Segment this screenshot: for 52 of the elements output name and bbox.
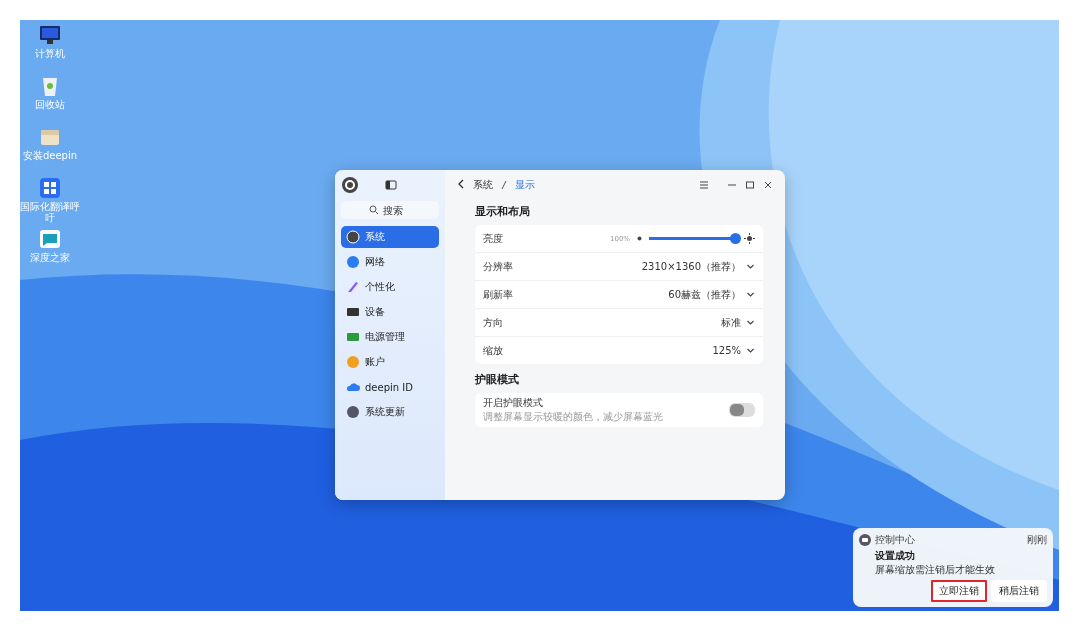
app-icon (859, 534, 871, 546)
chevron-down-icon[interactable] (746, 290, 755, 299)
notification-button[interactable]: 稍后注销 (991, 580, 1047, 602)
section-title: 护眼模式 (475, 372, 520, 387)
settings-icon (341, 176, 359, 194)
search-icon (369, 205, 379, 215)
chevron-down-icon[interactable] (746, 318, 755, 327)
maximize-icon[interactable] (745, 180, 755, 190)
notification-time: 刚刚 (1027, 533, 1047, 547)
notification-button[interactable]: 立即注销 (931, 580, 987, 602)
breadcrumb-link[interactable]: 显示 (515, 178, 535, 192)
brush-icon (346, 280, 360, 294)
row-label: 刷新率 (483, 287, 514, 302)
sidebar-item[interactable]: 设备 (341, 301, 439, 323)
cloud-icon (346, 380, 360, 394)
notification-title: 设置成功 (875, 549, 916, 563)
sidebar-item[interactable]: 账户 (341, 351, 439, 373)
toggle-switch[interactable] (729, 403, 755, 417)
back-icon[interactable] (457, 179, 465, 191)
sidebar-item[interactable]: 网络 (341, 251, 439, 273)
breadcrumb-link[interactable]: 系统 (473, 178, 493, 192)
sidebar-item[interactable]: 电源管理 (341, 326, 439, 348)
row-label: 开启护眼模式 (483, 396, 544, 410)
row-label: 分辨率 (483, 259, 514, 274)
ring-icon (346, 230, 360, 244)
notification-body: 屏幕缩放需注销后才能生效 (875, 563, 996, 577)
monitor-icon[interactable] (39, 24, 61, 46)
grid-icon[interactable] (39, 177, 61, 199)
sidebar-toggle-icon[interactable] (385, 179, 397, 191)
notification-app: 控制中心 (875, 533, 915, 547)
chevron-down-icon[interactable] (746, 346, 755, 355)
row-label: 亮度 (483, 231, 504, 246)
dropdown-value[interactable]: 125% (712, 345, 741, 356)
sidebar-item[interactable]: 系统 (341, 226, 439, 248)
dropdown-value[interactable]: 标准 (721, 315, 741, 330)
slider-handle[interactable] (729, 233, 741, 244)
search-field[interactable]: 搜索 (341, 201, 439, 219)
sun-icon (635, 234, 644, 243)
sidebar-item[interactable]: 系统更新 (341, 401, 439, 423)
section-title: 显示和布局 (475, 204, 531, 219)
sidebar-item[interactable]: deepin ID (341, 376, 439, 398)
close-icon[interactable] (763, 180, 773, 190)
row-label: 缩放 (483, 343, 504, 358)
row-description: 调整屏幕显示较暖的颜色，减少屏幕蓝光 (483, 410, 664, 424)
row-label: 方向 (483, 315, 504, 330)
dropdown-value[interactable]: 60赫兹（推荐） (668, 287, 741, 302)
slash-icon (501, 180, 507, 190)
chat-icon[interactable] (39, 228, 61, 250)
sidebar-item[interactable]: 个性化 (341, 276, 439, 298)
chevron-down-icon[interactable] (746, 262, 755, 271)
dropdown-value[interactable]: 2310×1360（推荐） (641, 259, 741, 274)
sun-icon (744, 233, 755, 244)
